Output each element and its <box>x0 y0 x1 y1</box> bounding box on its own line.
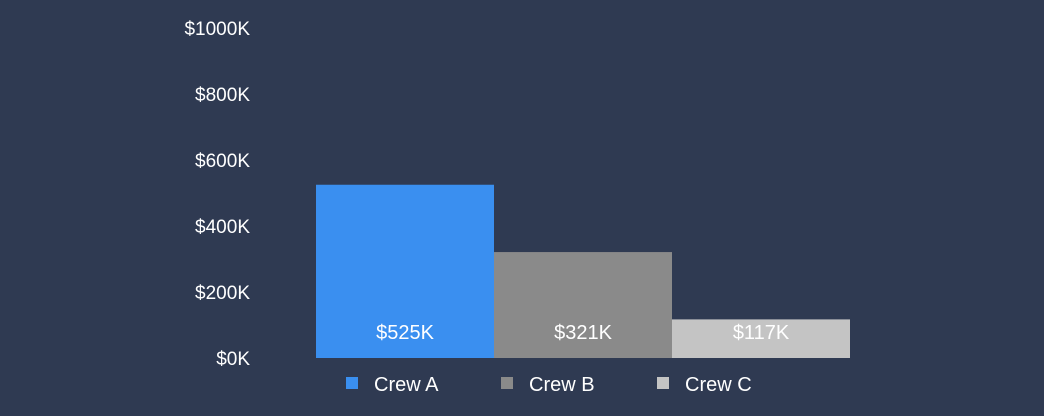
legend-swatch <box>501 377 513 389</box>
y-axis: $0K $200K $400K $600K $800K $1000K <box>184 19 250 370</box>
y-tick-label: $200K <box>195 283 250 304</box>
legend-swatch <box>657 377 669 389</box>
data-label: $525K <box>376 322 434 344</box>
bar-chart: $0K $200K $400K $600K $800K $1000K $525K $321K… <box>184 19 850 396</box>
legend: Crew A Crew B Crew C <box>346 374 752 396</box>
data-label: $321K <box>554 322 612 344</box>
data-label: $117K <box>733 322 790 344</box>
y-tick-label: $0K <box>216 349 250 370</box>
y-tick-label: $600K <box>195 151 250 172</box>
y-tick-label: $800K <box>195 85 250 106</box>
legend-label[interactable]: Crew A <box>374 374 439 396</box>
y-tick-label: $1000K <box>184 19 250 40</box>
legend-swatch <box>346 377 358 389</box>
legend-label[interactable]: Crew B <box>529 374 595 396</box>
y-tick-label: $400K <box>195 217 250 238</box>
legend-label[interactable]: Crew C <box>685 374 752 396</box>
chart-container: $0K $200K $400K $600K $800K $1000K $525K $321K… <box>0 0 1044 416</box>
